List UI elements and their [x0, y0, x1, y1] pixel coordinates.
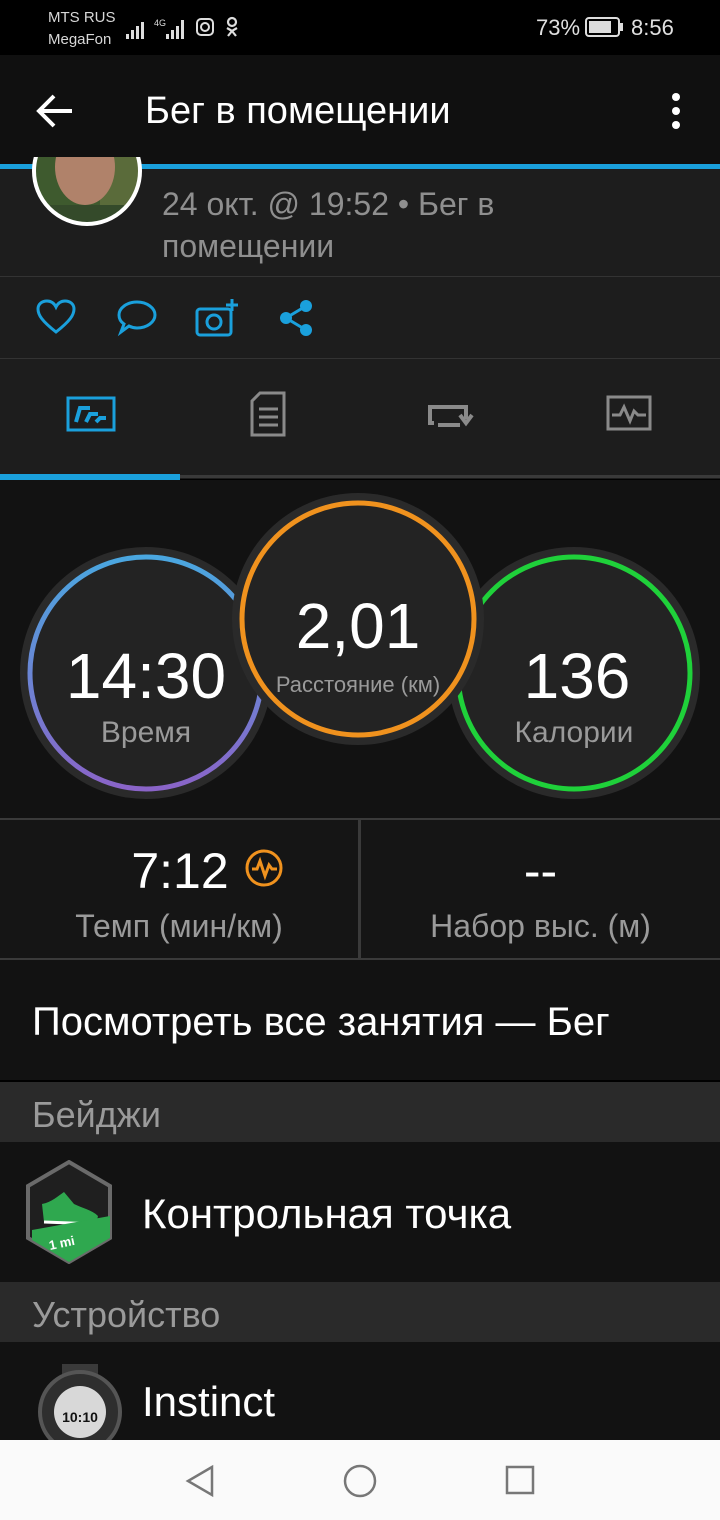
device-section-title: Устройство [32, 1294, 221, 1335]
activity-header: 24 окт. @ 19:52 • Бег в помещении [0, 157, 720, 277]
metrics-row: 7:12 Темп (мин/км) -- Набор выс. (м) [0, 820, 720, 958]
calories-ring[interactable]: 136 Калории [448, 547, 700, 799]
status-bar: MTS RUS MegaFon 4G 73% 8:56 [0, 0, 720, 55]
badge-name: Контрольная точка [142, 1190, 512, 1237]
watch-time: 10:10 [62, 1409, 98, 1425]
odnoklassniki-icon [226, 16, 238, 37]
distance-label: Расстояние (км) [276, 672, 440, 697]
page-title: Бег в помещении [145, 90, 451, 132]
watch-icon: 10:10 [38, 1364, 122, 1440]
badge-row[interactable]: 1 mi Контрольная точка [0, 1142, 720, 1282]
badges-section-title: Бейджи [32, 1094, 161, 1135]
avatar[interactable] [30, 157, 144, 237]
activity-tabs [0, 359, 720, 479]
distance-value: 2,01 [296, 590, 421, 662]
nav-home-icon[interactable] [342, 1463, 378, 1499]
add-photo-icon[interactable] [194, 297, 240, 339]
device-section-header: Устройство [0, 1282, 720, 1342]
elevation-metric[interactable]: -- Набор выс. (м) [361, 820, 720, 958]
nav-back-icon[interactable] [184, 1464, 216, 1498]
comment-icon[interactable] [116, 299, 158, 337]
share-icon[interactable] [278, 299, 314, 337]
time-label: Время [101, 716, 191, 749]
device-row[interactable]: 10:10 Instinct [0, 1342, 720, 1440]
battery-percent: 73% [536, 15, 581, 40]
calories-value: 136 [524, 640, 631, 712]
stats-summary: 14:30 Время 136 Калории 2,01 Расстояние … [0, 480, 720, 818]
distance-ring[interactable]: 2,01 Расстояние (км) [232, 493, 484, 745]
tab-bar-underline [180, 475, 720, 478]
network-type: 4G [154, 18, 166, 28]
pace-metric[interactable]: 7:12 Темп (мин/км) [0, 820, 358, 958]
tab-laps-icon[interactable] [426, 399, 474, 433]
time-value: 14:30 [66, 640, 226, 712]
activity-date: 24 окт. @ 19:52 • Бег в [162, 186, 495, 222]
badge-shoe-icon: 1 mi [26, 1160, 112, 1264]
elevation-label: Набор выс. (м) [430, 908, 651, 944]
carrier-name: MTS RUS [48, 9, 116, 26]
more-options-icon[interactable] [664, 91, 688, 131]
tab-details-icon[interactable] [250, 391, 286, 437]
nav-recents-icon[interactable] [504, 1464, 536, 1496]
view-all-activities-label: Посмотреть все занятия — Бег [32, 1000, 610, 1044]
activity-type: помещении [162, 228, 335, 264]
instagram-icon [196, 18, 214, 36]
clock: 8:56 [631, 15, 674, 40]
system-nav-bar [0, 1440, 720, 1520]
social-actions [0, 277, 720, 359]
tab-stats-icon[interactable] [66, 396, 116, 432]
badges-section-header: Бейджи [0, 1082, 720, 1142]
tab-charts-icon[interactable] [606, 395, 652, 431]
view-all-activities-link[interactable]: Посмотреть все занятия — Бег [0, 960, 720, 1080]
pace-trend-icon [245, 849, 283, 887]
carrier-name-2: MegaFon [48, 31, 112, 48]
calories-label: Калории [515, 716, 634, 749]
stats-rings: 14:30 Время 136 Калории 2,01 Расстояние … [20, 493, 700, 799]
back-arrow-icon[interactable] [34, 91, 76, 131]
device-name: Instinct [142, 1378, 276, 1425]
app-toolbar: Бег в помещении [0, 55, 720, 165]
time-ring[interactable]: 14:30 Время [20, 547, 272, 799]
signal-icon: 4G [126, 18, 184, 39]
like-heart-icon[interactable] [36, 299, 76, 335]
battery-icon [585, 17, 623, 37]
pace-label: Темп (мин/км) [75, 908, 283, 944]
pace-value: 7:12 [131, 843, 229, 899]
elevation-value: -- [523, 843, 558, 899]
